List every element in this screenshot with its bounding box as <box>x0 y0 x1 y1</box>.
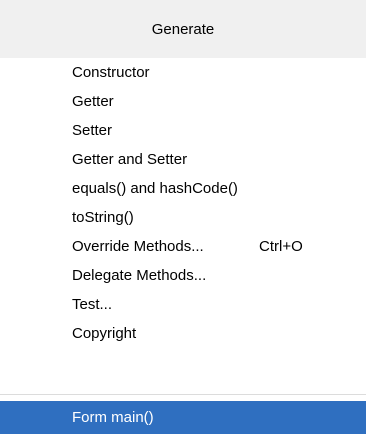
menu-item-test[interactable]: Test... <box>0 290 366 319</box>
menu-item-label: Constructor <box>72 64 150 81</box>
menu-item-override-methods[interactable]: Override Methods... Ctrl+O <box>0 232 366 261</box>
menu-item-getter-and-setter[interactable]: Getter and Setter <box>0 145 366 174</box>
generate-popup-menu: Generate Constructor Getter Setter Gette… <box>0 0 366 434</box>
menu-item-label: Getter and Setter <box>72 151 188 168</box>
menu-item-constructor[interactable]: Constructor <box>0 58 366 87</box>
menu-item-label: Setter <box>72 122 113 139</box>
menu-item-label: Copyright <box>72 325 137 342</box>
menu-item-copyright[interactable]: Copyright <box>0 319 366 348</box>
menu-item-tostring[interactable]: toString() <box>0 203 366 232</box>
menu-item-label: Test... <box>72 296 113 313</box>
menu-item-setter[interactable]: Setter <box>0 116 366 145</box>
shortcut-label: Ctrl+O <box>259 238 303 255</box>
generate-menu-list: Constructor Getter Setter Getter and Set… <box>0 58 366 348</box>
menu-item-label: Delegate Methods... <box>72 267 207 284</box>
menu-item-getter[interactable]: Getter <box>0 87 366 116</box>
menu-item-label: toString() <box>72 209 134 226</box>
popup-title: Generate <box>0 0 366 58</box>
menu-item-form-main[interactable]: Form main() <box>0 401 366 434</box>
menu-separator <box>0 394 366 395</box>
menu-item-label: Getter <box>72 93 114 110</box>
menu-item-label: Form main() <box>72 409 154 426</box>
menu-item-delegate-methods[interactable]: Delegate Methods... <box>0 261 366 290</box>
menu-item-label: equals() and hashCode() <box>72 180 238 197</box>
menu-item-label: Override Methods... <box>72 238 204 255</box>
menu-item-equals-hashcode[interactable]: equals() and hashCode() <box>0 174 366 203</box>
